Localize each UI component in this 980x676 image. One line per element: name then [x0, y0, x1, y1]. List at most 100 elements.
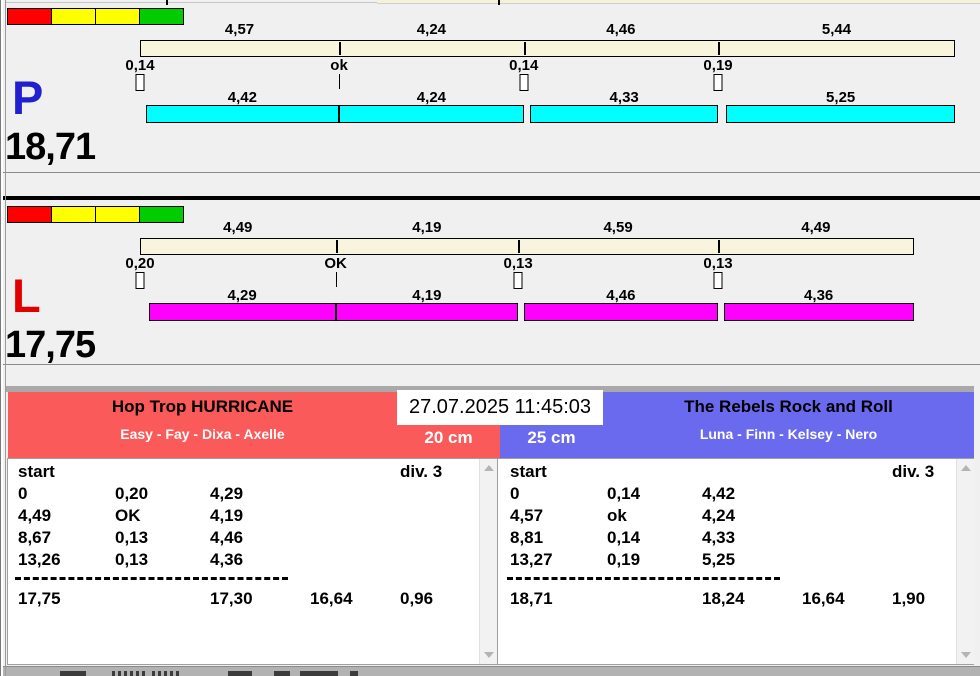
dog-time-label: 4,29: [227, 287, 257, 304]
team-name-left: Hop Trop HURRICANE: [111, 397, 294, 416]
table-total-cell: 16,64: [802, 589, 845, 608]
crossing-indicator-box: [713, 74, 723, 91]
judge-split-label: 4,19: [412, 219, 442, 236]
jump-height-left: 20 cm: [424, 428, 473, 447]
table-cell: 0: [510, 484, 520, 503]
crossing-ok-tick: [339, 74, 341, 89]
table-total-cell: 17,30: [210, 589, 253, 608]
table-cell: 4,36: [210, 550, 244, 569]
table-separator-dashes: [15, 577, 288, 580]
crossing-indicator-box: [135, 74, 145, 91]
crossing-indicator-box: [713, 272, 723, 289]
table-cell: 0,19: [607, 550, 641, 569]
cutoff-fragment: [300, 671, 338, 676]
datetime-display: 27.07.2025 11:45:03: [397, 390, 603, 425]
judge-split-label: 4,49: [801, 219, 831, 236]
judge-bar-divider: [518, 240, 521, 253]
table-cell: 4,29: [210, 484, 244, 503]
dog-time-bar-segment: [529, 105, 719, 123]
judge-bar-divider: [339, 42, 342, 55]
dog-time-bar-segment: [723, 303, 914, 321]
table-total-cell: 0,96: [400, 589, 434, 608]
lane-letter: L: [12, 269, 41, 322]
tables-divider: [497, 458, 498, 665]
crossing-indicator-box: [135, 272, 145, 289]
traffic-light-cell: [139, 206, 184, 223]
crossing-indicator-box: [519, 74, 529, 91]
table-total-cell: 1,90: [892, 589, 926, 608]
table-header-division: div. 3: [892, 462, 935, 481]
table-cell: 4,24: [702, 506, 736, 525]
cutoff-fragment: [60, 671, 86, 676]
traffic-light-cell: [95, 206, 140, 223]
table-total-cell: 18,24: [702, 589, 745, 608]
table-cell: 5,25: [702, 550, 736, 569]
judge-bar-divider: [718, 42, 721, 55]
window-border: [1, 0, 3, 676]
crossing-ok-tick: [335, 272, 337, 287]
scroll-down-icon[interactable]: [484, 652, 494, 658]
table-cell: 0,20: [115, 484, 149, 503]
cutoff-row: [0, 666, 980, 676]
table-cell: 4,49: [18, 506, 52, 525]
table-cell: 13,26: [18, 550, 61, 569]
table-header-division: div. 3: [400, 462, 443, 481]
table-cell: 4,33: [702, 528, 736, 547]
judge-split-label: 4,49: [223, 219, 253, 236]
table-cell: 0,14: [607, 484, 641, 503]
dog-time-label: 4,19: [412, 287, 442, 304]
lane-total-time: 17,75: [5, 324, 96, 366]
results-table-left: start div. 3 0 0,20 4,29 4,49 OK 4,19 8,67 0,13…: [15, 458, 473, 665]
traffic-light-cell: [139, 8, 184, 25]
scroll-up-icon[interactable]: [961, 465, 971, 471]
table-cell: 4,57: [510, 506, 544, 525]
team-dogs-right: Luna - Finn - Kelsey - Nero: [699, 426, 878, 442]
lane-letter: P: [12, 71, 44, 124]
traffic-light-cell: [95, 8, 140, 25]
lane-panel-right: 4,57 4,24 4,46 5,44 0,14 ok 0,14 0,19 4,42 4,24 4,…: [0, 0, 980, 173]
table-cell: 4,42: [702, 484, 736, 503]
scroll-down-icon[interactable]: [961, 652, 971, 658]
table-cell: 8,81: [510, 528, 544, 547]
table-total-cell: 16,64: [310, 589, 353, 608]
traffic-light-cell: [51, 206, 96, 223]
crossing-time-label: 0,13: [503, 255, 533, 272]
cutoff-fragment: [228, 671, 252, 676]
crossing-time-label: 0,20: [125, 255, 155, 272]
cutoff-fragment: [274, 671, 290, 676]
left-table-scrollbar[interactable]: [479, 459, 497, 664]
team-dogs-left: Easy - Fay - Dixa - Axelle: [120, 426, 285, 442]
table-cell: 0,14: [607, 528, 641, 547]
crossing-time-label: 0,14: [509, 57, 539, 74]
right-table-scrollbar[interactable]: [956, 459, 974, 664]
traffic-light-strip: [7, 8, 184, 25]
traffic-light-cell: [7, 8, 52, 25]
results-table-right: start div. 3 0 0,14 4,42 4,57 ok 4,24 8,81 0,14…: [507, 458, 965, 665]
table-header-start: start: [510, 462, 547, 481]
team-name-right: The Rebels Rock and Roll: [684, 397, 893, 416]
table-cell: 0,13: [115, 550, 149, 569]
crossing-time-label: 0,14: [125, 57, 155, 74]
crossing-time-label: 0,13: [703, 255, 733, 272]
traffic-light-cell: [51, 8, 96, 25]
dog-time-label: 4,46: [606, 287, 636, 304]
judge-split-label: 5,44: [821, 21, 852, 38]
table-cell: 0: [18, 484, 28, 503]
dog-time-label: 4,33: [609, 89, 639, 106]
dog-time-bar-segment: [523, 303, 719, 321]
dog-time-bar-segment: [146, 105, 339, 123]
lane-total-time: 18,71: [5, 126, 96, 168]
judge-split-label: 4,46: [606, 21, 636, 38]
judge-split-label: 4,59: [603, 219, 633, 236]
table-cell: 0,13: [115, 528, 149, 547]
dog-time-label: 4,24: [416, 89, 447, 106]
table-cell: OK: [115, 506, 141, 525]
dog-time-bar-segment: [339, 105, 524, 123]
dog-time-bar-segment: [148, 303, 336, 321]
dog-time-bar-segment: [726, 105, 955, 123]
crossing-indicator-box: [513, 272, 523, 289]
table-cell: ok: [607, 506, 627, 525]
table-header-start: start: [18, 462, 55, 481]
lane-panel-left: 4,49 4,19 4,59 4,49 0,20 OK 0,13 0,13 4,29 4,19 4,…: [0, 198, 980, 365]
scroll-up-icon[interactable]: [484, 465, 494, 471]
